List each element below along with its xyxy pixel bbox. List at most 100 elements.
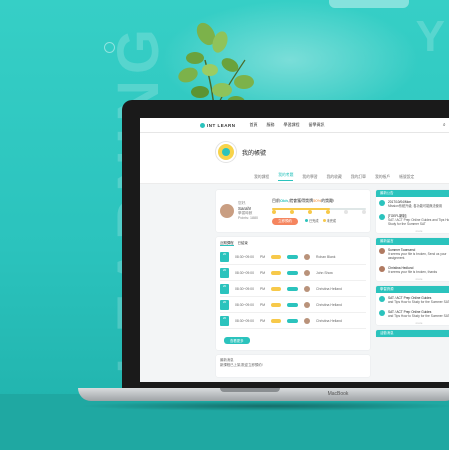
progress-fill [272,207,331,210]
laptop-screen: INT LEARN 首頁 服務 學習課程 留學資訊 ⌕ ◉ 我的帳號 我的課程 … [140,118,449,382]
panel-header: 學習資源 [376,286,449,293]
avatar [379,266,385,272]
table-row: 20 08:30~09:00 PM Christina Helland [220,281,366,297]
class-time: 08:30~09:00 [235,270,254,275]
avatar [304,269,311,276]
news-card: 最新消息 新課程已上架,歡迎立即預約! [216,355,370,377]
laptop-shadow [78,401,449,411]
teacher-name: John Show [316,270,333,275]
top-nav: INT LEARN 首頁 服務 學習課程 留學資訊 ⌕ ◉ [140,118,449,133]
goal-text: 目前Obh,就會獲得獎牌50%的獎勵! [272,197,335,203]
teacher-name: Christina Helland [316,318,342,323]
tab-account[interactable]: 我的帳戶 [375,175,390,180]
avatar [216,142,236,162]
status-badge [271,302,282,307]
table-row: 20 08:30~09:00 PM John Show [220,265,366,281]
item-text: and Tips How to Study for the Summer SAT [388,300,449,304]
item-text: It seems your file is broken, thanks [388,270,438,274]
enter-class-button[interactable] [287,302,299,307]
class-period: PM [259,254,266,259]
enter-class-button[interactable] [287,254,299,259]
book-now-button[interactable]: 立即預約 [272,217,298,225]
avatar [379,200,385,206]
schedule-card: 近期課程 已結束 20 08:30~09:00 PM Rohan Blank 20 08:… [216,237,370,350]
profile-header: 我的帳號 [140,133,449,171]
news-text: 新課程已上架,歡迎立即預約! [220,363,263,367]
table-row: 20 08:30~09:00 PM Rohan Blank [220,249,366,265]
side-panel: 最新留言 Summer Townsend It seems your file is… [376,238,449,281]
search-icon[interactable]: ⌕ [443,122,446,128]
more-link[interactable]: more [376,321,449,325]
logo[interactable]: INT LEARN [200,122,236,128]
background-shape [329,0,409,8]
class-period: PM [259,286,266,291]
item-text: It seems your file is broken, Send us yo… [388,252,447,260]
nav-item-services[interactable]: 服務 [267,122,275,128]
main-content: 您好, Sarah! 學習時數 Points: 1880 目前Obh,就會獲得獎… [216,190,370,382]
table-row: 20 08:30~09:00 PM Christina Helland [220,297,366,313]
class-time: 08:30~09:00 [235,286,254,291]
avatar [220,204,234,218]
right-column: 最新公告 2017/10/04/Mon Mission系統升級, 各功能可能無法使用… [376,190,449,342]
list-item[interactable]: SAT / ACT Prep Online Guides and Tips How… [376,293,449,307]
status-badge [271,270,282,275]
date-badge: 20 [220,267,229,278]
class-period: PM [259,270,266,275]
nav-item-courses[interactable]: 學習課程 [284,122,300,128]
status-badge [271,254,282,259]
list-item[interactable]: SAT / ACT Prep Online Guides and Tips How… [376,307,449,321]
enter-class-button[interactable] [287,318,299,323]
teacher-name: Christina Helland [316,302,342,307]
tab-exams[interactable]: 我的考題 [278,173,294,181]
class-time: 08:30~09:00 [235,318,254,323]
enter-class-button[interactable] [287,286,299,291]
tab-orders[interactable]: 我的訂單 [351,175,366,180]
more-link[interactable]: more [376,229,449,233]
tab-favorites[interactable]: 我的收藏 [327,175,342,180]
item-text: SAT / ACT Prep Online Guides and Tips Ho… [388,218,449,226]
class-time: 08:30~09:00 [235,302,254,307]
avatar [304,301,311,308]
list-item[interactable]: Christina Hedlund It seems your file is b… [376,263,449,277]
laptop-notch [220,388,280,392]
table-row: 20 08:30~09:00 PM Christina Helland [220,313,366,329]
date-badge: 20 [220,299,229,310]
nav-item-study-abroad[interactable]: 留學資訊 [309,122,325,128]
tab-upcoming[interactable]: 近期課程 [220,240,234,246]
class-period: PM [259,318,266,323]
view-more-button[interactable]: 查看更多 [224,337,250,344]
avatar [379,310,385,316]
teacher-name: Christina Helland [316,286,342,291]
side-panel: 活動消息 [376,330,449,337]
class-time: 08:30~09:00 [235,254,254,259]
side-panel: 學習資源 SAT / ACT Prep Online Guides and Tips… [376,286,449,325]
panel-header: 最新留言 [376,238,449,245]
enter-class-button[interactable] [287,270,299,275]
status-badge [271,318,282,323]
laptop-brand: MacBook [327,391,349,397]
list-item[interactable]: Summer Townsend It seems your file is bro… [376,245,449,263]
background-corner-letter: Y [415,12,445,61]
nav-item-home[interactable]: 首頁 [250,122,258,128]
status-badge [271,286,282,291]
tab-learning[interactable]: 我的學習 [302,175,317,180]
tab-ended[interactable]: 已結束 [238,240,248,246]
user-card: 您好, Sarah! 學習時數 Points: 1880 目前Obh,就會獲得獎… [216,190,370,232]
tab-settings[interactable]: 帳號設定 [399,175,414,180]
avatar [379,248,385,254]
logo-text: INT LEARN [207,122,236,128]
item-text: and Tips How to Study for the Summer SAT [388,314,449,318]
item-text: Mission系統升級, 各功能可能無法使用 [388,204,443,208]
date-badge: 20 [220,315,229,326]
teacher-name: Rohan Blank [316,254,336,259]
page-title: 我的帳號 [242,150,267,157]
list-item[interactable]: [TOEFL新制] SAT / ACT Prep Online Guides an… [376,211,449,229]
avatar [304,253,311,260]
more-link[interactable]: more [376,277,449,281]
side-panel: 最新公告 2017/10/04/Mon Mission系統升級, 各功能可能無法使用… [376,190,449,233]
avatar [304,285,311,292]
avatar [379,296,385,302]
tab-courses[interactable]: 我的課程 [254,175,269,180]
class-period: PM [259,302,266,307]
list-item[interactable]: 2017/10/04/Mon Mission系統升級, 各功能可能無法使用 [376,197,449,211]
